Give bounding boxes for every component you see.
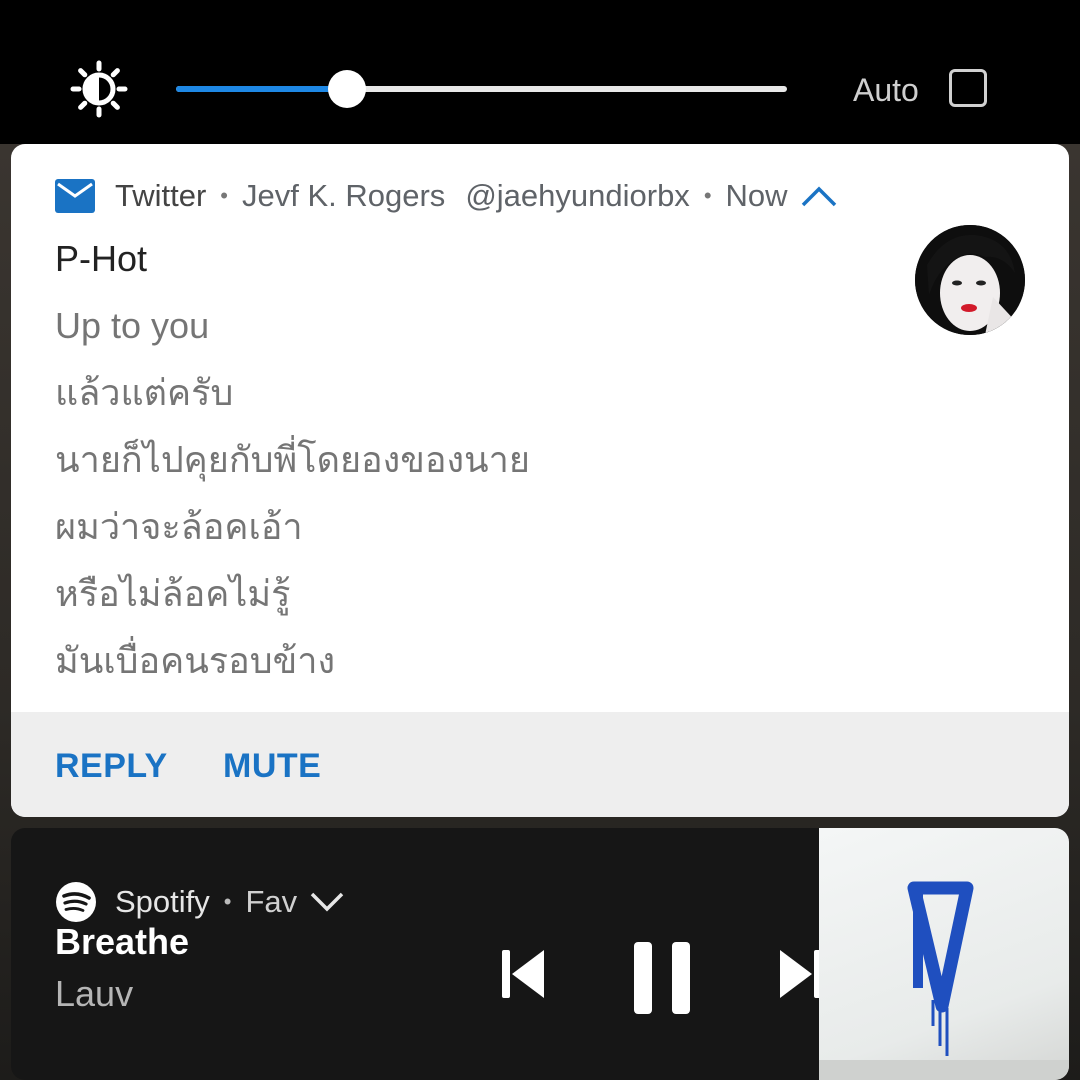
notification-header: Twitter • Jevf K. Rogers @jaehyundiorbx …	[55, 174, 838, 218]
brightness-bar: Auto	[0, 0, 1080, 144]
media-header: Spotify • Fav	[55, 880, 345, 924]
track-title: Breathe	[55, 921, 190, 962]
auto-brightness-checkbox[interactable]	[949, 69, 987, 107]
brightness-icon	[70, 60, 128, 118]
media-app-name: Spotify	[115, 884, 210, 919]
notification-handle: @jaehyundiorbx	[465, 178, 690, 213]
brightness-slider[interactable]	[176, 70, 787, 108]
separator-dot: •	[703, 183, 712, 208]
separator-dot: •	[223, 889, 232, 914]
notification-sender: Jevf K. Rogers	[242, 178, 446, 213]
chevron-down-icon[interactable]	[309, 891, 345, 913]
next-track-icon[interactable]	[778, 948, 824, 1000]
media-context: Fav	[245, 884, 298, 919]
message-line: ผมว่าจะล้อคเอ้า	[55, 506, 303, 547]
notification-title: P-Hot	[55, 238, 148, 279]
message-line: มันเบื่อคนรอบข้าง	[55, 640, 336, 681]
notification-app-name: Twitter	[115, 178, 207, 213]
message-line: แล้วแต่ครับ	[55, 372, 234, 413]
brightness-slider-thumb[interactable]	[328, 70, 367, 108]
mail-icon	[55, 179, 95, 213]
spotify-icon	[56, 882, 96, 922]
separator-dot: •	[220, 183, 228, 208]
twitter-notification[interactable]: Twitter • Jevf K. Rogers @jaehyundiorbx …	[11, 144, 1069, 817]
message-line: นายก็ไปคุยกับพี่โดยองของนาย	[55, 439, 530, 480]
chevron-up-icon[interactable]	[800, 184, 838, 208]
notification-message: Up to you แล้วแต่ครับ นายก็ไปคุยกับพี่โด…	[55, 302, 875, 704]
notification-time: Now	[725, 178, 788, 213]
auto-brightness-label: Auto	[853, 72, 919, 108]
pause-icon[interactable]	[632, 940, 692, 1016]
brightness-slider-fill	[176, 86, 348, 92]
message-line: หรือไม่ล้อคไม่รู้	[55, 573, 291, 614]
spotify-media-notification[interactable]: Spotify • Fav Breathe Lauv	[11, 828, 1069, 1080]
message-line: Up to you	[55, 305, 210, 346]
notification-actions: REPLY MUTE	[11, 712, 1069, 817]
mute-button[interactable]: MUTE	[223, 747, 321, 786]
track-artist: Lauv	[55, 973, 134, 1014]
reply-button[interactable]: REPLY	[55, 747, 168, 786]
sender-avatar	[915, 225, 1025, 335]
album-art	[819, 828, 1069, 1080]
previous-track-icon[interactable]	[500, 948, 546, 1000]
